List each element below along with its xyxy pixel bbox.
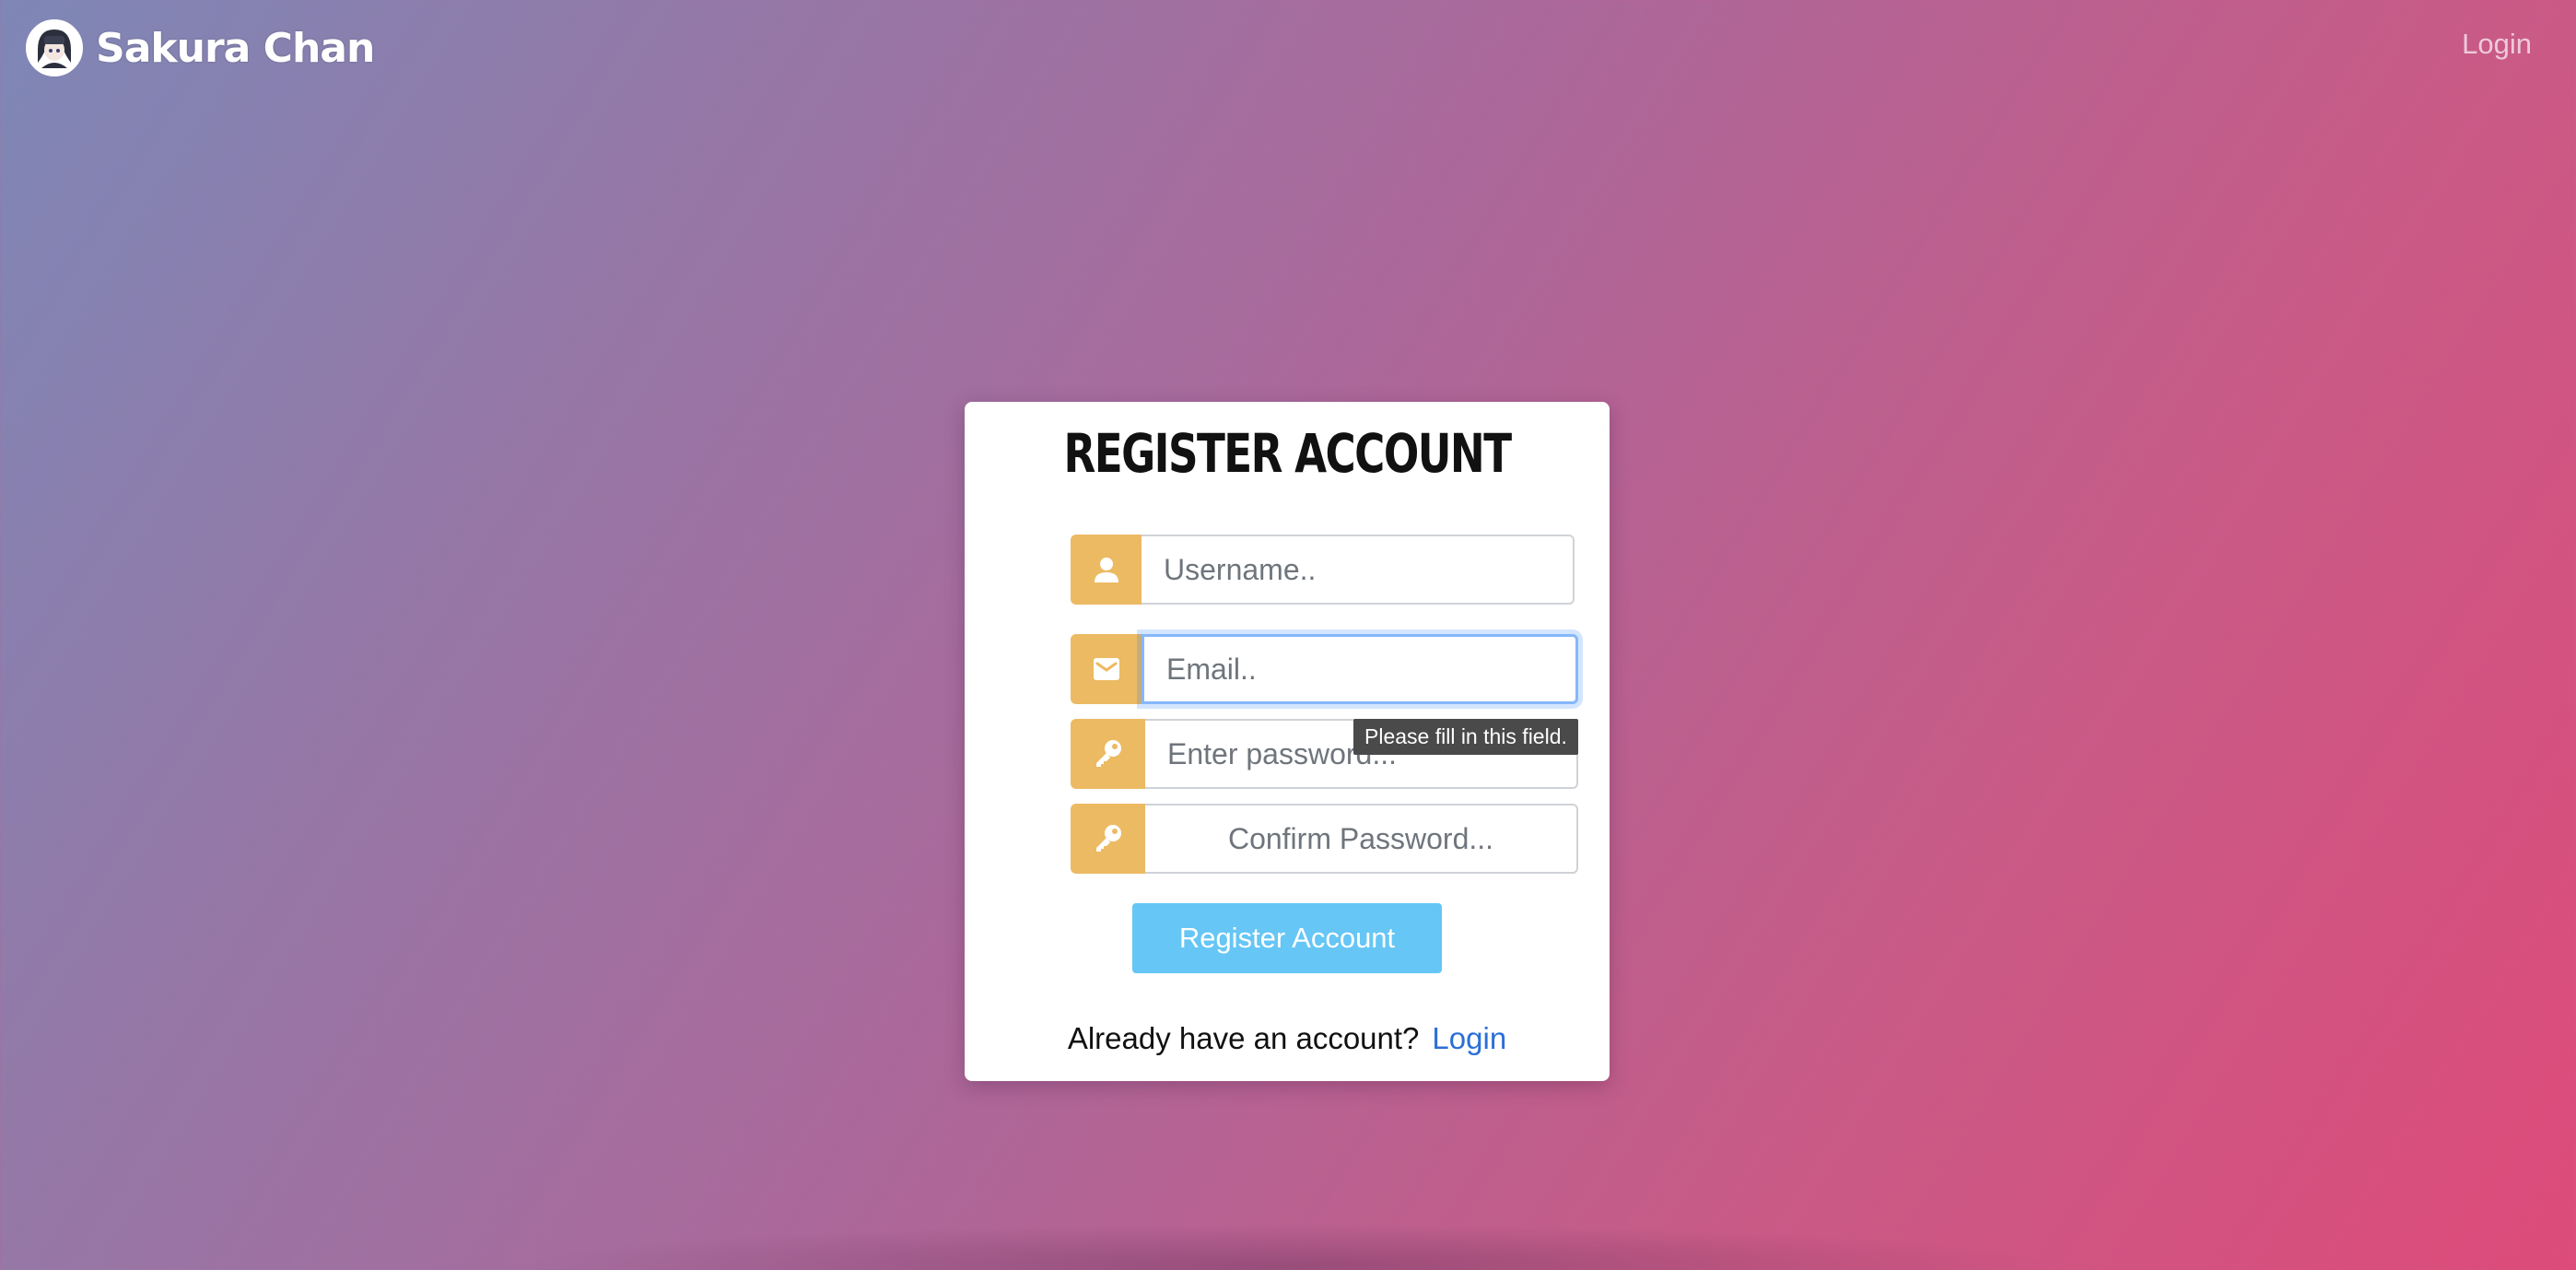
email-input[interactable] — [1142, 634, 1578, 704]
brand[interactable]: Sakura Chan — [26, 18, 375, 77]
confirm-password-input[interactable] — [1145, 804, 1578, 874]
login-link[interactable]: Login — [1432, 1021, 1506, 1055]
validation-tooltip: Please fill in this field. — [1353, 719, 1578, 755]
background-shadow — [516, 1224, 2064, 1270]
page-title: REGISTER ACCOUNT — [1063, 422, 1512, 485]
register-account-button[interactable]: Register Account — [1132, 903, 1442, 973]
key-icon — [1071, 804, 1145, 874]
envelope-icon — [1071, 634, 1142, 704]
nav-login-link[interactable]: Login — [2462, 28, 2532, 61]
brand-name: Sakura Chan — [96, 24, 375, 72]
user-icon — [1071, 535, 1142, 605]
email-field-group — [1071, 634, 1578, 704]
confirm-password-field-group — [1071, 804, 1578, 874]
username-input[interactable] — [1142, 535, 1575, 605]
anime-avatar-icon — [26, 19, 83, 76]
login-prompt-text: Already have an account? — [1067, 1021, 1420, 1055]
key-icon — [1071, 719, 1145, 789]
username-field-group — [1071, 535, 1575, 605]
login-prompt: Already have an account? Login — [965, 1021, 1610, 1056]
